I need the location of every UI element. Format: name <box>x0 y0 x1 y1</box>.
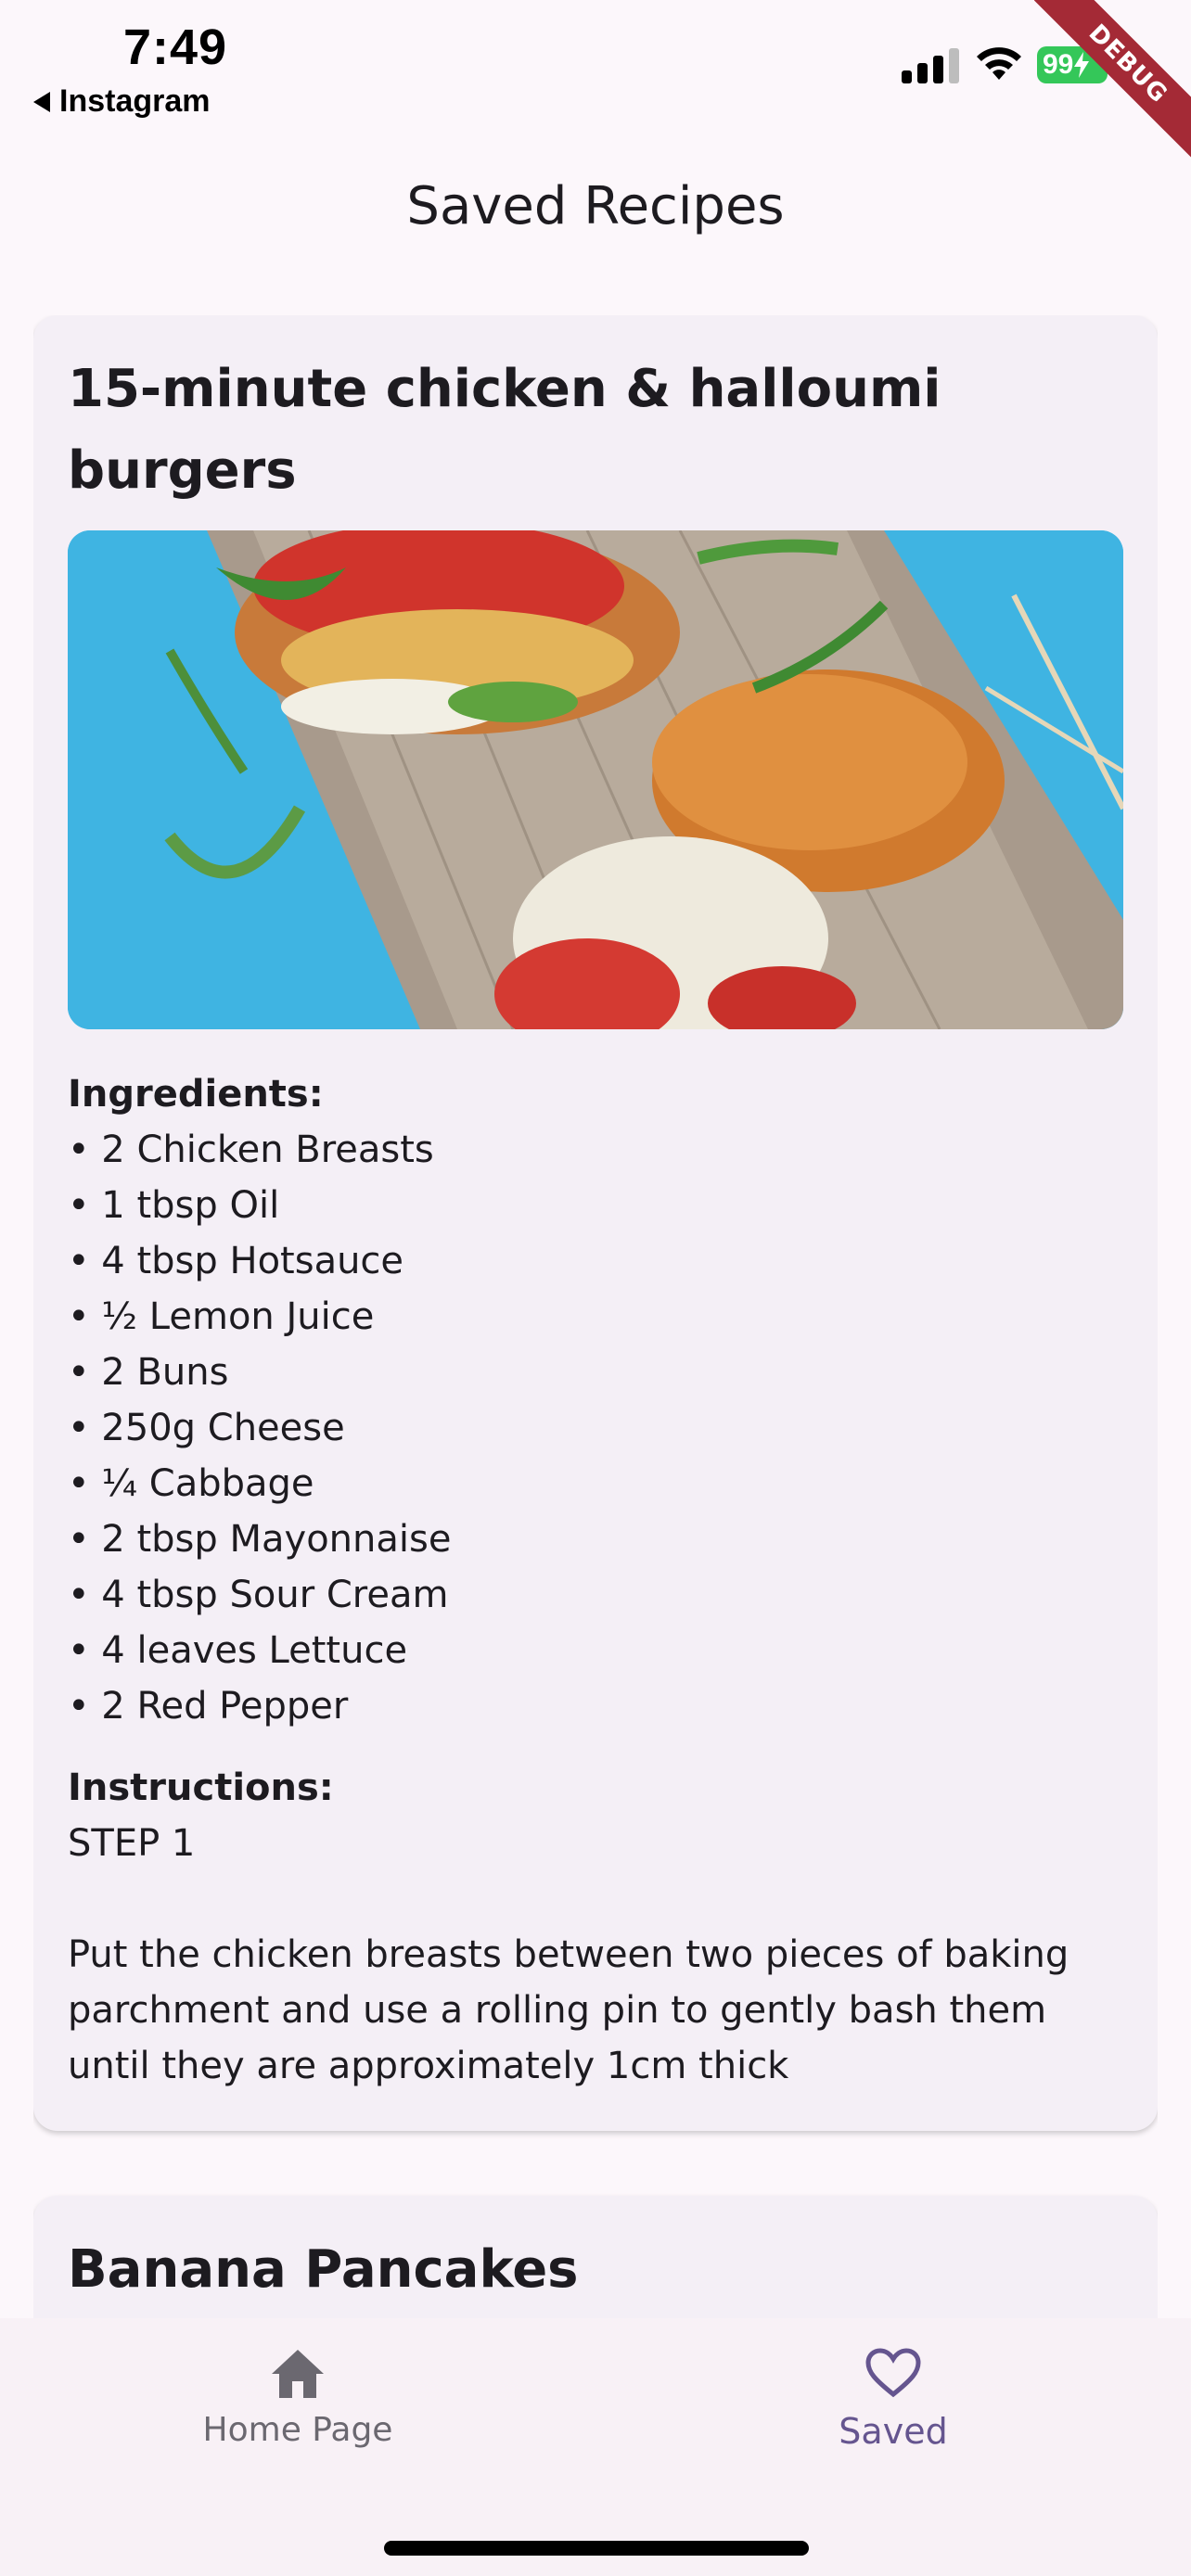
instructions-heading: Instructions: <box>68 1766 334 1809</box>
ingredients-heading: Ingredients: <box>68 1073 324 1116</box>
ingredient-item: • 4 leaves Lettuce <box>68 1629 408 1672</box>
ingredient-item: • 2 Chicken Breasts <box>68 1129 434 1171</box>
ingredient-item: • ½ Lemon Juice <box>68 1295 375 1338</box>
heart-outline-icon <box>865 2348 921 2398</box>
ingredient-item: • 2 tbsp Mayonnaise <box>68 1518 452 1561</box>
ingredient-item: • 4 tbsp Hotsauce <box>68 1240 404 1282</box>
ingredient-item: • 2 Buns <box>68 1351 229 1394</box>
ingredient-item: • 250g Cheese <box>68 1407 345 1449</box>
recipe-card[interactable]: 15-minute chicken & halloumi burgers Ing… <box>33 315 1158 2131</box>
step-text: Put the chicken breasts between two piec… <box>68 1933 1069 2087</box>
nav-label-saved: Saved <box>839 2411 948 2452</box>
nav-item-saved[interactable]: Saved <box>754 2346 1032 2452</box>
ingredient-item: • 2 Red Pepper <box>68 1685 349 1728</box>
ingredient-item: • 1 tbsp Oil <box>68 1184 280 1227</box>
ingredient-item: • 4 tbsp Sour Cream <box>68 1574 449 1616</box>
nav-label-home: Home Page <box>202 2411 393 2449</box>
cellular-signal-icon <box>902 48 959 83</box>
ingredient-item: • ¼ Cabbage <box>68 1462 314 1505</box>
status-time: 7:49 <box>123 19 228 75</box>
back-to-app-link[interactable]: Instagram <box>33 83 211 120</box>
home-indicator <box>384 2541 809 2556</box>
saved-recipes-list[interactable]: 15-minute chicken & halloumi burgers Ing… <box>33 315 1158 2318</box>
back-app-label: Instagram <box>59 83 211 119</box>
burger-photo <box>68 530 1123 1029</box>
back-arrow-icon <box>33 91 50 112</box>
bottom-navigation-bar: Home Page Saved <box>0 2318 1191 2576</box>
page-title: Saved Recipes <box>406 176 785 236</box>
home-icon <box>272 2350 324 2398</box>
nav-item-home[interactable]: Home Page <box>159 2346 437 2449</box>
recipe-image <box>68 530 1123 1029</box>
ingredients-list: • 2 Chicken Breasts • 1 tbsp Oil • 4 tbs… <box>68 1122 1123 1734</box>
debug-banner: DEBUG <box>1024 0 1191 167</box>
debug-label: DEBUG <box>1033 0 1191 159</box>
recipe-card[interactable]: Banana Pancakes <box>33 2196 1158 2318</box>
wifi-icon <box>977 47 1021 80</box>
status-bar: 7:49 Instagram 99 DEBUG <box>0 0 1191 159</box>
recipe-title: 15-minute chicken & halloumi burgers <box>68 359 941 501</box>
recipe-title: Banana Pancakes <box>68 2239 579 2300</box>
step-label: STEP 1 <box>68 1822 196 1865</box>
